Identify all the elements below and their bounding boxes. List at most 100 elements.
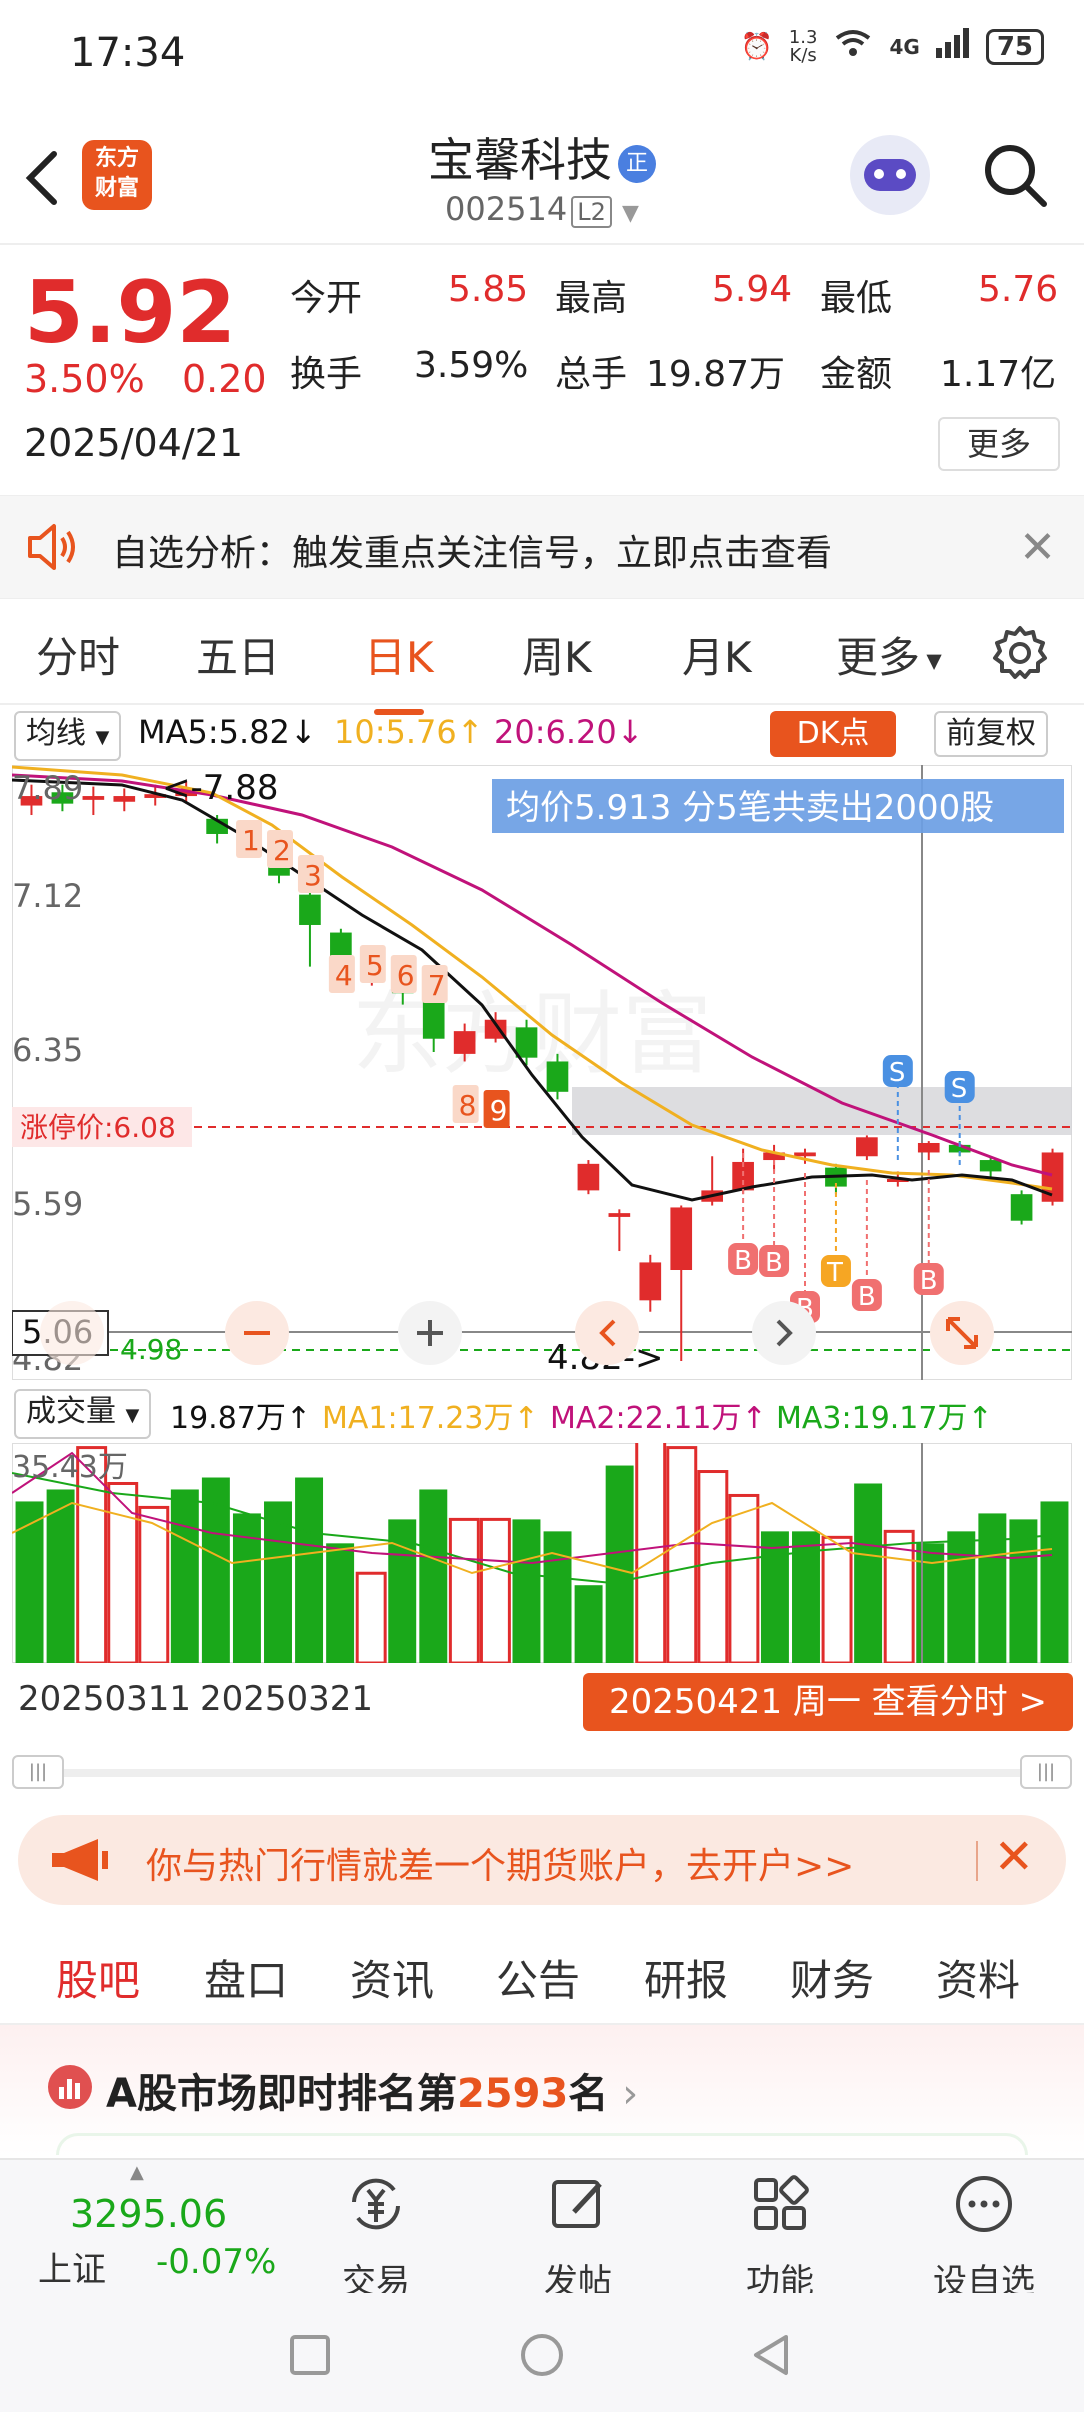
tab-announcements[interactable]: 公告 [496, 1947, 580, 2008]
back-icon[interactable] [748, 2331, 792, 2379]
tab-daily-k[interactable]: 日K [364, 624, 434, 715]
kline-chart[interactable]: 东方财富 123456789BBBTBBSS 7.89 7.12 6.35 5.… [12, 765, 1072, 1380]
volume-bar [170, 1489, 199, 1663]
range-scrollbar[interactable]: ||| ||| [12, 1755, 1072, 1789]
gear-icon[interactable] [990, 622, 1050, 682]
price-tooltip: 均价5.913 分5笔共卖出2000股 [506, 788, 994, 828]
signal-label: B [765, 1248, 783, 1278]
wifi-icon [833, 28, 873, 65]
search-icon[interactable] [980, 140, 1050, 210]
market-rank-banner[interactable]: A股市场即时排名第2593名 › [0, 2025, 1084, 2155]
volume-bar [201, 1477, 230, 1663]
volume-selector[interactable]: 成交量 ▼ [14, 1389, 152, 1439]
dk-point-button[interactable]: DK点 [770, 711, 896, 757]
ma10-value: 10:5.76↑ [334, 713, 484, 751]
view-intraday-button[interactable]: 20250421 周一 查看分时 > [583, 1673, 1073, 1731]
signal-label: B [734, 1246, 752, 1276]
trade-button[interactable]: 交易 [296, 2172, 456, 2302]
dropdown-caret-icon: ▼ [95, 727, 110, 748]
chevron-up-icon: ▲ [130, 2162, 144, 2183]
limit-up-label: 涨停价:6.08 [20, 1111, 176, 1144]
more-stats-button[interactable]: 更多 [938, 417, 1060, 471]
index-ticker[interactable]: ▲ 3295.06 上证 -0.07% [0, 2160, 300, 2295]
change-percent: 3.50% [24, 357, 145, 401]
tab-profile[interactable]: 资料 [936, 1947, 1020, 2008]
chart-period-tabs: 分时 五日 日K 周K 月K 更多 ▼ [0, 600, 1084, 715]
quote-panel: 5.92 3.50% 0.20 2025/04/21 今开 5.85 最高 5.… [0, 245, 1084, 495]
grid-apps-icon [754, 2175, 809, 2230]
volume-bar [138, 1505, 170, 1663]
volume-bar [574, 1585, 603, 1663]
close-icon[interactable]: ✕ [994, 1829, 1034, 1885]
tab-monthly-k[interactable]: 月K [682, 624, 752, 685]
volume-bar [355, 1571, 387, 1663]
tab-financials[interactable]: 财务 [790, 1947, 874, 2008]
edit-icon [552, 2180, 602, 2228]
sequence-digit: 4 [335, 959, 353, 992]
dropdown-caret-icon: ▼ [125, 1405, 140, 1426]
sequence-digit: 1 [242, 824, 260, 857]
quote-date: 2025/04/21 [24, 421, 244, 465]
volume-bar [479, 1517, 511, 1663]
post-button[interactable]: 发帖 [498, 2172, 658, 2302]
volume-bar [107, 1481, 139, 1663]
volume-legend-row: 成交量 ▼ 19.87万↑ MA1:17.23万↑ MA2:22.11万↑ MA… [0, 1385, 1084, 1441]
indicator-selector[interactable]: 均线 ▼ [14, 711, 122, 761]
volume-chart[interactable]: 35.43万 [12, 1443, 1072, 1663]
rank-chart-icon [48, 2065, 92, 2109]
date-axis: 20250311 20250321 20250421 周一 查看分时 > [0, 1665, 1084, 1731]
futures-ad-banner[interactable]: 你与热门行情就差一个期货账户，去开户>> ✕ [18, 1815, 1066, 1905]
sequence-digit: 9 [490, 1094, 508, 1127]
speaker-icon [28, 524, 75, 570]
candle-body [917, 1142, 940, 1153]
robot-assistant-icon[interactable] [850, 135, 930, 215]
tab-more[interactable]: 更多 ▼ [836, 624, 942, 685]
alarm-icon: ⏰ [740, 31, 773, 62]
scroll-left-button[interactable] [575, 1301, 639, 1365]
candle-body [577, 1163, 600, 1191]
date-label-1: 20250311 [18, 1679, 192, 1719]
ad-text: 你与热门行情就差一个期货账户，去开户>> [146, 1846, 855, 1887]
scroll-far-left-button[interactable] [40, 1301, 104, 1365]
volume-bar [635, 1443, 667, 1663]
tab-intraday[interactable]: 分时 [36, 624, 120, 685]
scroll-right-button[interactable] [752, 1301, 816, 1365]
bottom-toolbar: ▲ 3295.06 上证 -0.07% 交易 发帖 功能 设自选 [0, 2158, 1084, 2302]
candle-body [670, 1207, 693, 1271]
candle-body [1010, 1194, 1033, 1221]
signal-label: B [858, 1282, 876, 1312]
tab-news[interactable]: 资讯 [350, 1947, 434, 2008]
tab-guba[interactable]: 股吧 [56, 1947, 141, 2036]
stat-turnover-value: 3.59% [414, 345, 529, 386]
volume-bar [1009, 1519, 1038, 1663]
analysis-notice[interactable]: 自选分析：触发重点关注信号，立即点击查看 ✕ [0, 495, 1084, 599]
chevron-down-icon: ▼ [622, 201, 639, 226]
net-speed: 1.3 K/s [788, 26, 818, 66]
candle-body [794, 1152, 816, 1157]
volume-bar [697, 1470, 729, 1663]
notice-text: 自选分析：触发重点关注信号，立即点击查看 [112, 533, 833, 574]
tab-weekly-k[interactable]: 周K [522, 624, 592, 685]
system-navigation-bar [0, 2293, 1084, 2412]
volume-bar [978, 1513, 1007, 1663]
candle-body [299, 894, 321, 925]
adjust-mode-button[interactable]: 前复权 [934, 711, 1048, 757]
add-watchlist-button[interactable]: 设自选 [904, 2172, 1064, 2302]
range-handle-left[interactable]: ||| [12, 1755, 64, 1789]
content-tabs: 股吧 盘口 资讯 公告 研报 财务 资料 [0, 1925, 1084, 2036]
recent-apps-icon[interactable] [288, 2333, 332, 2377]
sequence-digit: 5 [366, 949, 384, 982]
range-handle-right[interactable]: ||| [1020, 1755, 1072, 1789]
volume-bar [1040, 1501, 1069, 1663]
functions-button[interactable]: 功能 [700, 2172, 860, 2302]
tab-five-day[interactable]: 五日 [196, 624, 280, 685]
volume-total: 19.87万↑ [170, 1401, 312, 1436]
volume-bar [448, 1517, 480, 1663]
tab-order-book[interactable]: 盘口 [204, 1947, 288, 2008]
tab-research[interactable]: 研报 [644, 1947, 728, 2008]
close-icon[interactable]: ✕ [1019, 522, 1056, 573]
battery-indicator: 75 [985, 28, 1044, 65]
home-icon[interactable] [518, 2331, 566, 2379]
stat-turnover-label: 换手 [290, 354, 363, 395]
support-price-label: 4.98 [120, 1333, 182, 1366]
